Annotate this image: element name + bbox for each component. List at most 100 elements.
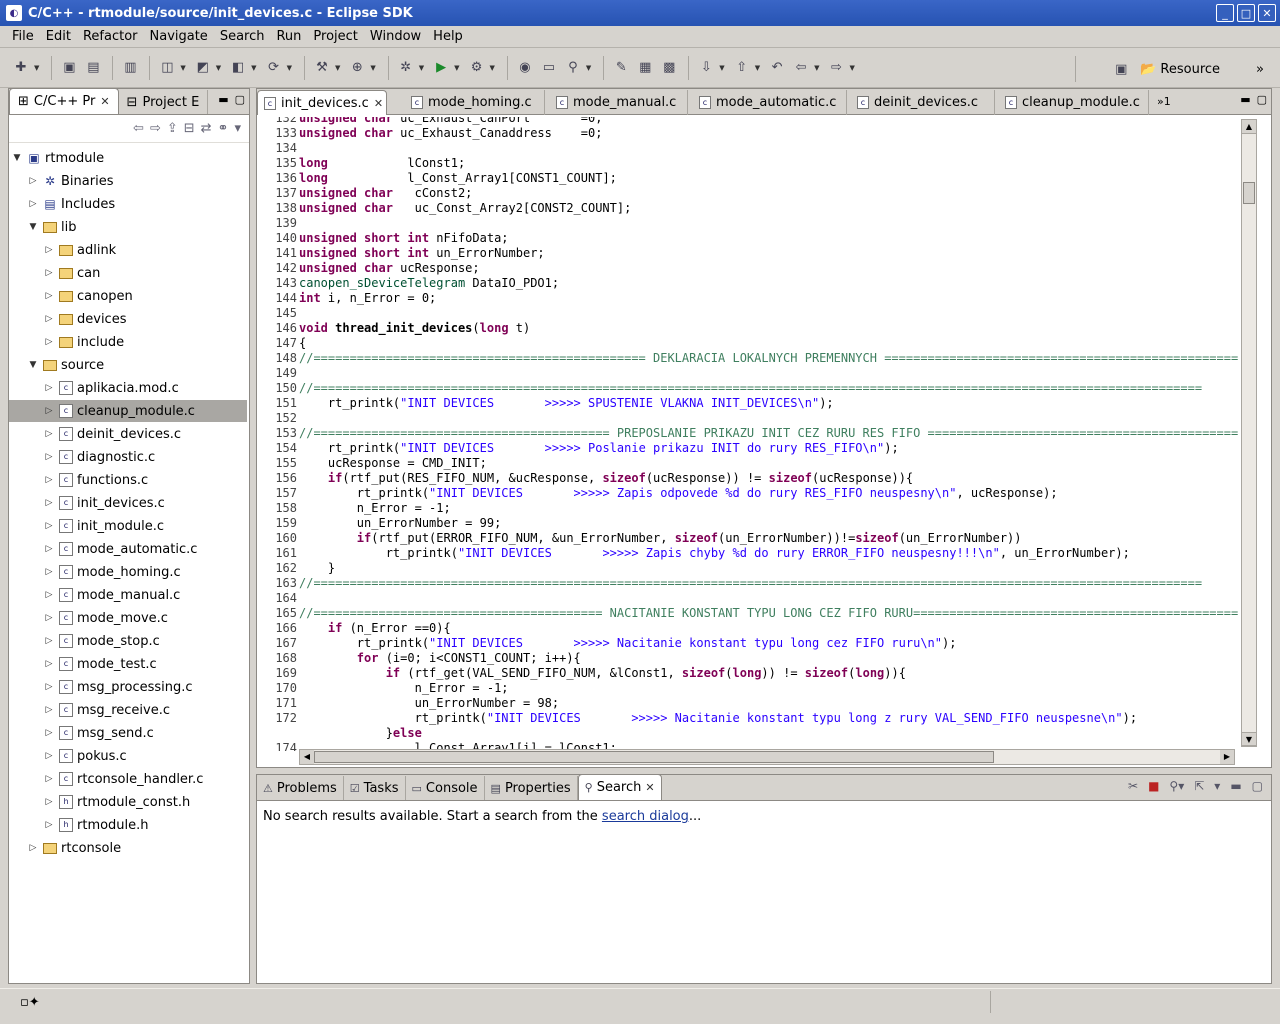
- minimize-view-icon[interactable]: ▬: [1230, 779, 1241, 793]
- filter-icon[interactable]: ⚭: [218, 121, 229, 136]
- build-icon[interactable]: ▥: [119, 57, 141, 79]
- menu-navigate[interactable]: Navigate: [144, 29, 214, 44]
- maximize-view-icon[interactable]: ▢: [1252, 779, 1263, 793]
- pin-icon[interactable]: ⇱: [1194, 779, 1204, 793]
- tree-item[interactable]: ▷ c functions.c: [9, 469, 247, 491]
- tree-item[interactable]: ▷ c mode_homing.c: [9, 561, 247, 583]
- run-icon[interactable]: ▶: [430, 57, 452, 79]
- collapse-arrow-icon[interactable]: ▼: [27, 222, 39, 232]
- menu-edit[interactable]: Edit: [40, 29, 77, 44]
- tree-item[interactable]: ▷ c init_module.c: [9, 515, 247, 537]
- tree-item[interactable]: ▷ devices: [9, 308, 247, 330]
- expand-arrow-icon[interactable]: ▷: [43, 751, 55, 761]
- view-menu-icon[interactable]: ▾: [234, 121, 241, 136]
- tree-item[interactable]: ▷ c diagnostic.c: [9, 446, 247, 468]
- remove-result-icon[interactable]: ✂: [1128, 779, 1138, 793]
- collapse-all-icon[interactable]: ⊟: [184, 121, 195, 136]
- tree-item[interactable]: ▷ c mode_test.c: [9, 653, 247, 675]
- expand-arrow-icon[interactable]: ▷: [43, 820, 55, 830]
- scroll-left-icon[interactable]: ◀: [300, 750, 314, 764]
- tree-item[interactable]: ▷ canopen: [9, 285, 247, 307]
- bottom-tab[interactable]: ⚲ Search ✕: [577, 774, 662, 800]
- edit-icon[interactable]: ✎: [610, 57, 632, 79]
- menu-file[interactable]: File: [6, 29, 40, 44]
- expand-arrow-icon[interactable]: ▷: [43, 268, 55, 278]
- expand-arrow-icon[interactable]: ▷: [43, 797, 55, 807]
- tree-item[interactable]: ▷ h rtmodule.h: [9, 814, 247, 836]
- external-tools-icon[interactable]: ⚙: [466, 57, 488, 79]
- forward-icon[interactable]: ⇨: [150, 121, 161, 136]
- close-window-button[interactable]: ✕: [1258, 4, 1276, 22]
- tree-item[interactable]: ▷ c init_devices.c: [9, 492, 247, 514]
- code-text-area[interactable]: 132 unsigned char uc_Exhaust_CanPort =0; 1…: [257, 117, 1239, 751]
- menu-window[interactable]: Window: [364, 29, 427, 44]
- scroll-right-icon[interactable]: ▶: [1220, 750, 1234, 764]
- menu-help[interactable]: Help: [427, 29, 469, 44]
- expand-arrow-icon[interactable]: ▷: [43, 728, 55, 738]
- tree-item[interactable]: ▷ c rtconsole_handler.c: [9, 768, 247, 790]
- tree-item[interactable]: ▷ ▤ Includes: [9, 193, 247, 215]
- maximize-view-icon[interactable]: ▢: [235, 93, 245, 106]
- back-icon[interactable]: ⇦: [133, 121, 144, 136]
- menu-refactor[interactable]: Refactor: [77, 29, 144, 44]
- expand-arrow-icon[interactable]: ▷: [43, 590, 55, 600]
- tree-item[interactable]: ▷ h rtmodule_const.h: [9, 791, 247, 813]
- new-class-icon[interactable]: ◧: [227, 57, 249, 79]
- menu-run[interactable]: Run: [270, 29, 307, 44]
- tree-item[interactable]: ▷ c mode_move.c: [9, 607, 247, 629]
- expand-arrow-icon[interactable]: ▷: [43, 544, 55, 554]
- expand-arrow-icon[interactable]: ▷: [43, 521, 55, 531]
- hammer-icon[interactable]: ⚒: [311, 57, 333, 79]
- toggle-icon[interactable]: ▦: [634, 57, 656, 79]
- tree-item[interactable]: ▷ c msg_receive.c: [9, 699, 247, 721]
- minimize-view-icon[interactable]: ▬: [218, 93, 228, 106]
- stop-icon[interactable]: ■: [1148, 779, 1159, 793]
- menu-search[interactable]: Search: [214, 29, 271, 44]
- close-icon[interactable]: ✕: [645, 781, 654, 794]
- open-perspective-icon[interactable]: ▣: [1110, 58, 1132, 80]
- expand-arrow-icon[interactable]: ▷: [43, 291, 55, 301]
- expand-arrow-icon[interactable]: ▷: [43, 567, 55, 577]
- tree-item[interactable]: ▷ ✲ Binaries: [9, 170, 247, 192]
- fast-view-icon[interactable]: ▫✦: [20, 995, 40, 1010]
- bottom-tab[interactable]: ⚠ Problems: [257, 776, 344, 800]
- chevron-more-icon[interactable]: »: [1256, 62, 1264, 77]
- editor-tabs-overflow[interactable]: »1: [1157, 95, 1171, 108]
- next-annotation-icon[interactable]: ⇩: [695, 57, 717, 79]
- tree-item[interactable]: ▷ can: [9, 262, 247, 284]
- open-folder-icon[interactable]: ▭: [538, 57, 560, 79]
- expand-arrow-icon[interactable]: ▷: [27, 199, 39, 209]
- last-edit-icon[interactable]: ↶: [766, 57, 788, 79]
- tab-cpp-projects[interactable]: ⊞ C/C++ Pr ✕: [9, 88, 119, 114]
- block-icon[interactable]: ▩: [658, 57, 680, 79]
- expand-arrow-icon[interactable]: ▷: [27, 176, 39, 186]
- collapse-arrow-icon[interactable]: ▼: [11, 153, 23, 163]
- save-icon[interactable]: ▣: [58, 57, 80, 79]
- refresh-icon[interactable]: ⟳: [263, 57, 285, 79]
- open-type-icon[interactable]: ◉: [514, 57, 536, 79]
- editor-tab[interactable]: c deinit_devices.c: [851, 90, 995, 115]
- expand-arrow-icon[interactable]: ▷: [43, 774, 55, 784]
- editor-tab[interactable]: c mode_homing.c: [405, 90, 545, 115]
- tree-item[interactable]: ▷ c mode_automatic.c: [9, 538, 247, 560]
- expand-arrow-icon[interactable]: ▷: [43, 682, 55, 692]
- tree-item[interactable]: ▼ ▣ rtmodule: [9, 147, 247, 169]
- bottom-tab[interactable]: ▤ Properties: [485, 776, 578, 800]
- search-dialog-link[interactable]: search dialog: [602, 809, 689, 824]
- tree-item[interactable]: ▷ c pokus.c: [9, 745, 247, 767]
- editor-tab[interactable]: c cleanup_module.c: [999, 90, 1149, 115]
- collapse-arrow-icon[interactable]: ▼: [27, 360, 39, 370]
- scroll-down-icon[interactable]: ▼: [1242, 732, 1256, 746]
- horizontal-scrollbar[interactable]: ◀ ▶: [299, 749, 1235, 765]
- print-icon[interactable]: ▤: [82, 57, 104, 79]
- expand-arrow-icon[interactable]: ▷: [43, 659, 55, 669]
- tree-item[interactable]: ▷ c mode_manual.c: [9, 584, 247, 606]
- maximize-view-icon[interactable]: ▢: [1257, 93, 1267, 106]
- minimize-view-icon[interactable]: ▬: [1240, 93, 1250, 106]
- tab-project-explorer[interactable]: ⊟ Project E: [119, 90, 209, 114]
- expand-arrow-icon[interactable]: ▷: [43, 705, 55, 715]
- tree-item[interactable]: ▼ source: [9, 354, 247, 376]
- forward-icon[interactable]: ⇨: [825, 57, 847, 79]
- expand-arrow-icon[interactable]: ▷: [43, 475, 55, 485]
- expand-arrow-icon[interactable]: ▷: [43, 314, 55, 324]
